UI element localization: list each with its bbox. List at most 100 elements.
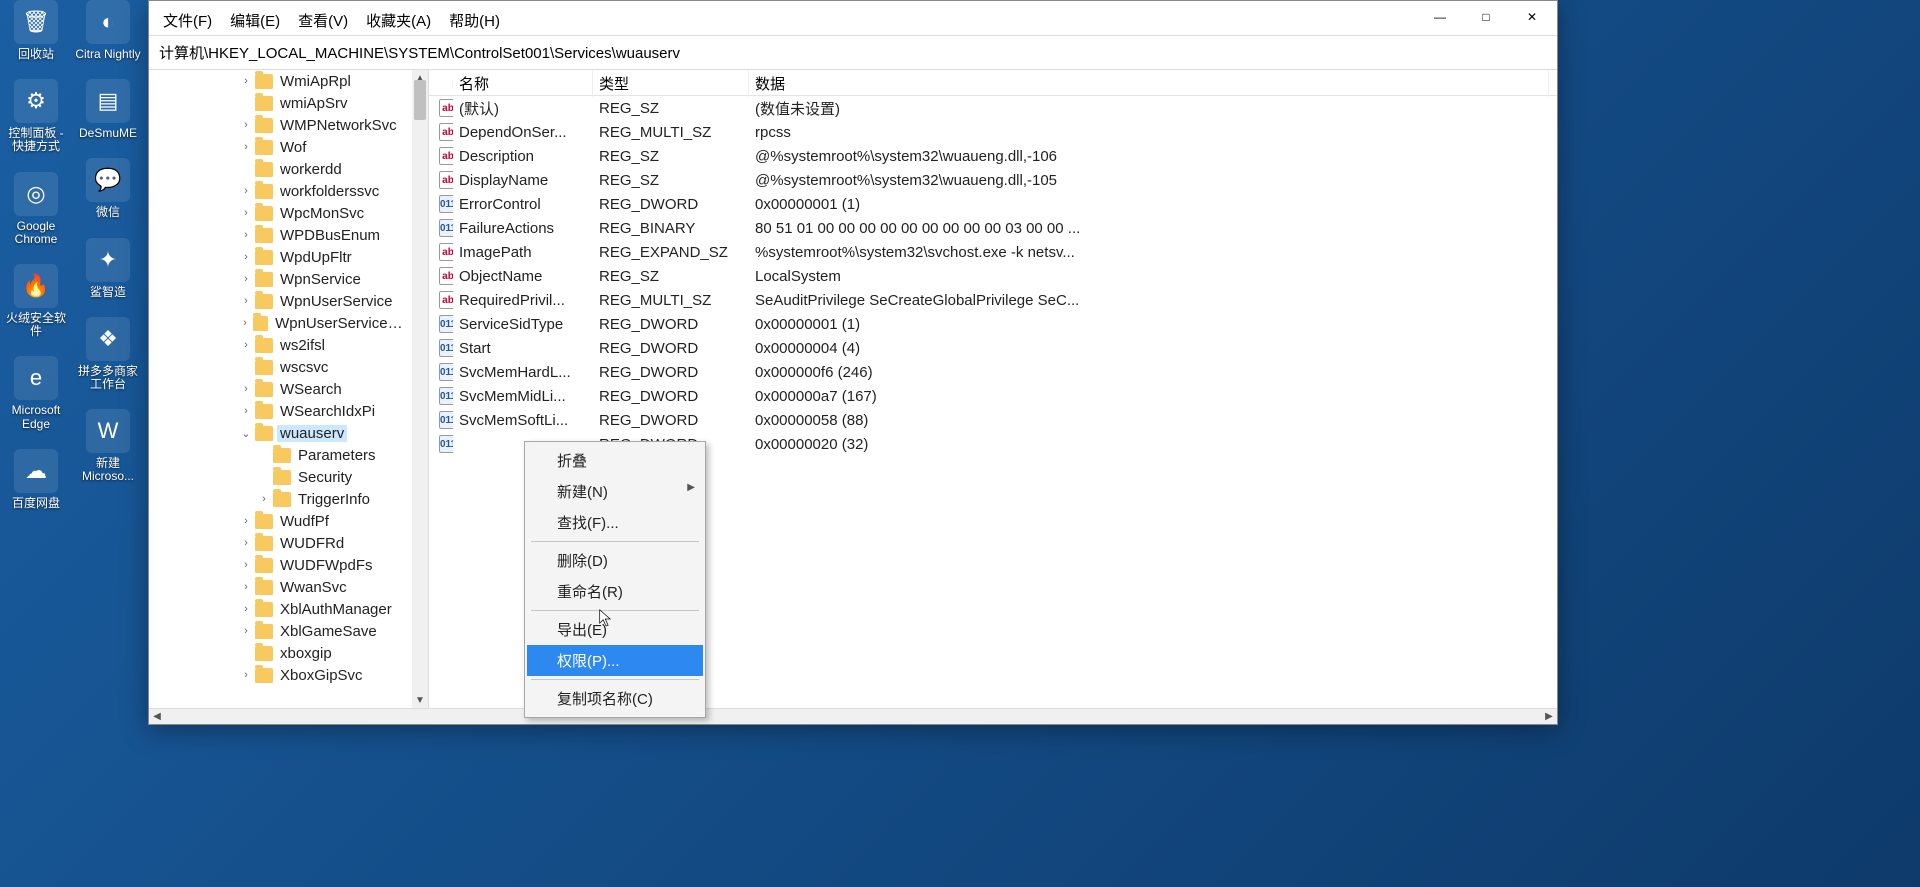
scroll-thumb[interactable] [414, 80, 426, 120]
tree-item[interactable]: ›ws2ifsl [149, 334, 412, 356]
chevron-right-icon[interactable]: › [239, 229, 253, 241]
scroll-down-icon[interactable]: ▼ [412, 692, 428, 708]
chevron-right-icon[interactable]: › [239, 119, 253, 131]
desktop-icon[interactable]: eMicrosoft Edge [1, 356, 71, 430]
value-row[interactable]: abDescriptionREG_SZ@%systemroot%\system3… [429, 144, 1557, 168]
chevron-right-icon[interactable]: › [257, 493, 271, 505]
tree-item[interactable]: ›WUDFRd [149, 532, 412, 554]
tree-item[interactable]: workerdd [149, 158, 412, 180]
value-row[interactable]: 011FailureActionsREG_BINARY80 51 01 00 0… [429, 216, 1557, 240]
tree-item[interactable]: ›WpnUserService [149, 290, 412, 312]
tree-item[interactable]: ›Wof [149, 136, 412, 158]
tree-item[interactable]: ›TriggerInfo [149, 488, 412, 510]
tree-item[interactable]: wscsvc [149, 356, 412, 378]
desktop-icon[interactable]: ◎Google Chrome [1, 172, 71, 246]
tree-item[interactable]: Parameters [149, 444, 412, 466]
desktop-icon[interactable]: ◐Citra Nightly [73, 0, 143, 61]
menu-view[interactable]: 查看(V) [292, 6, 354, 35]
context-menu-item[interactable]: 复制项名称(C) [527, 683, 703, 714]
scroll-left-icon[interactable]: ◀ [149, 711, 165, 722]
tree-item[interactable]: ›WSearch [149, 378, 412, 400]
desktop-icon[interactable]: ⚙控制面板 - 快捷方式 [1, 79, 71, 153]
chevron-right-icon[interactable]: › [239, 669, 253, 681]
tree-item[interactable]: xboxgip [149, 642, 412, 664]
chevron-right-icon[interactable]: › [239, 515, 253, 527]
tree-item[interactable]: ⌄wuauserv [149, 422, 412, 444]
menu-help[interactable]: 帮助(H) [443, 6, 506, 35]
tree-item[interactable]: ›WMPNetworkSvc [149, 114, 412, 136]
chevron-down-icon[interactable]: ⌄ [239, 427, 253, 440]
tree-item[interactable]: ›workfolderssvc [149, 180, 412, 202]
context-menu-item[interactable]: 删除(D) [527, 545, 703, 576]
col-name[interactable]: 名称 [453, 70, 593, 97]
chevron-right-icon[interactable]: › [239, 295, 253, 307]
tree-item[interactable]: ›WUDFWpdFs [149, 554, 412, 576]
chevron-right-icon[interactable]: › [239, 625, 253, 637]
tree-pane[interactable]: ›WmiApRplwmiApSrv›WMPNetworkSvc›Wofworke… [149, 70, 429, 708]
chevron-right-icon[interactable]: › [239, 559, 253, 571]
value-row[interactable]: abRequiredPrivil...REG_MULTI_SZSeAuditPr… [429, 288, 1557, 312]
chevron-right-icon[interactable]: › [239, 339, 253, 351]
desktop-icon[interactable]: ❖拼多多商家工作台 [73, 317, 143, 391]
chevron-right-icon[interactable]: › [239, 581, 253, 593]
chevron-right-icon[interactable]: › [239, 317, 251, 329]
horizontal-scrollbar[interactable]: ◀ ▶ [149, 708, 1557, 724]
chevron-right-icon[interactable]: › [239, 273, 253, 285]
menu-edit[interactable]: 编辑(E) [224, 6, 286, 35]
chevron-right-icon[interactable]: › [239, 537, 253, 549]
context-menu-item[interactable]: 重命名(R) [527, 576, 703, 607]
desktop-icon[interactable]: ▤DeSmuME [73, 79, 143, 140]
col-data[interactable]: 数据 [749, 70, 1549, 97]
tree-item[interactable]: ›WPDBusEnum [149, 224, 412, 246]
value-row[interactable]: abDependOnSer...REG_MULTI_SZrpcss [429, 120, 1557, 144]
tree-item[interactable]: ›XboxGipSvc [149, 664, 412, 686]
value-row[interactable]: abDisplayNameREG_SZ@%systemroot%\system3… [429, 168, 1557, 192]
scroll-right-icon[interactable]: ▶ [1541, 711, 1557, 722]
menu-file[interactable]: 文件(F) [157, 6, 218, 35]
tree-item[interactable]: ›WmiApRpl [149, 70, 412, 92]
tree-item[interactable]: ›WudfPf [149, 510, 412, 532]
context-menu-item[interactable]: 权限(P)... [527, 645, 703, 676]
menu-favorites[interactable]: 收藏夹(A) [360, 6, 437, 35]
list-header[interactable]: 名称 类型 数据 [429, 70, 1557, 96]
desktop-icon[interactable]: 🗑回收站 [1, 0, 71, 61]
value-row[interactable]: abObjectNameREG_SZLocalSystem [429, 264, 1557, 288]
tree-item[interactable]: ›WpcMonSvc [149, 202, 412, 224]
desktop-icon[interactable]: ✦鲨智造 [73, 238, 143, 299]
address-bar[interactable]: 计算机\HKEY_LOCAL_MACHINE\SYSTEM\ControlSet… [149, 35, 1557, 70]
chevron-right-icon[interactable]: › [239, 603, 253, 615]
desktop-icon[interactable]: 💬微信 [73, 158, 143, 219]
tree-item[interactable]: ›WpnUserService_xxxxx [149, 312, 412, 334]
chevron-right-icon[interactable]: › [239, 251, 253, 263]
value-row[interactable]: 011SvcMemMidLi...REG_DWORD0x000000a7 (16… [429, 384, 1557, 408]
value-row[interactable]: 011StartREG_DWORD0x00000004 (4) [429, 336, 1557, 360]
tree-item[interactable]: ›WpnService [149, 268, 412, 290]
minimize-button[interactable]: — [1417, 3, 1463, 31]
context-menu-item[interactable]: 折叠 [527, 445, 703, 476]
chevron-right-icon[interactable]: › [239, 207, 253, 219]
value-row[interactable]: 011SvcMemSoftLi...REG_DWORD0x00000058 (8… [429, 408, 1557, 432]
col-type[interactable]: 类型 [593, 70, 749, 97]
close-button[interactable]: ✕ [1509, 3, 1555, 31]
context-menu-item[interactable]: 导出(E) [527, 614, 703, 645]
context-menu-item[interactable]: 查找(F)... [527, 507, 703, 538]
desktop-icon[interactable]: W新建 Microso... [73, 409, 143, 483]
chevron-right-icon[interactable]: › [239, 185, 253, 197]
desktop-icon[interactable]: ☁百度网盘 [1, 449, 71, 510]
value-row[interactable]: ab(默认)REG_SZ(数值未设置) [429, 96, 1557, 120]
value-row[interactable]: 011ErrorControlREG_DWORD0x00000001 (1) [429, 192, 1557, 216]
tree-item[interactable]: ›WSearchIdxPi [149, 400, 412, 422]
tree-item[interactable]: wmiApSrv [149, 92, 412, 114]
tree-item[interactable]: Security [149, 466, 412, 488]
value-row[interactable]: 011ServiceSidTypeREG_DWORD0x00000001 (1) [429, 312, 1557, 336]
tree-item[interactable]: ›WpdUpFltr [149, 246, 412, 268]
chevron-right-icon[interactable]: › [239, 75, 253, 87]
value-row[interactable]: abImagePathREG_EXPAND_SZ%systemroot%\sys… [429, 240, 1557, 264]
chevron-right-icon[interactable]: › [239, 405, 253, 417]
chevron-right-icon[interactable]: › [239, 383, 253, 395]
tree-item[interactable]: ›WwanSvc [149, 576, 412, 598]
value-row[interactable]: 011SvcMemHardL...REG_DWORD0x000000f6 (24… [429, 360, 1557, 384]
tree-item[interactable]: ›XblGameSave [149, 620, 412, 642]
chevron-right-icon[interactable]: › [239, 141, 253, 153]
maximize-button[interactable]: □ [1463, 3, 1509, 31]
